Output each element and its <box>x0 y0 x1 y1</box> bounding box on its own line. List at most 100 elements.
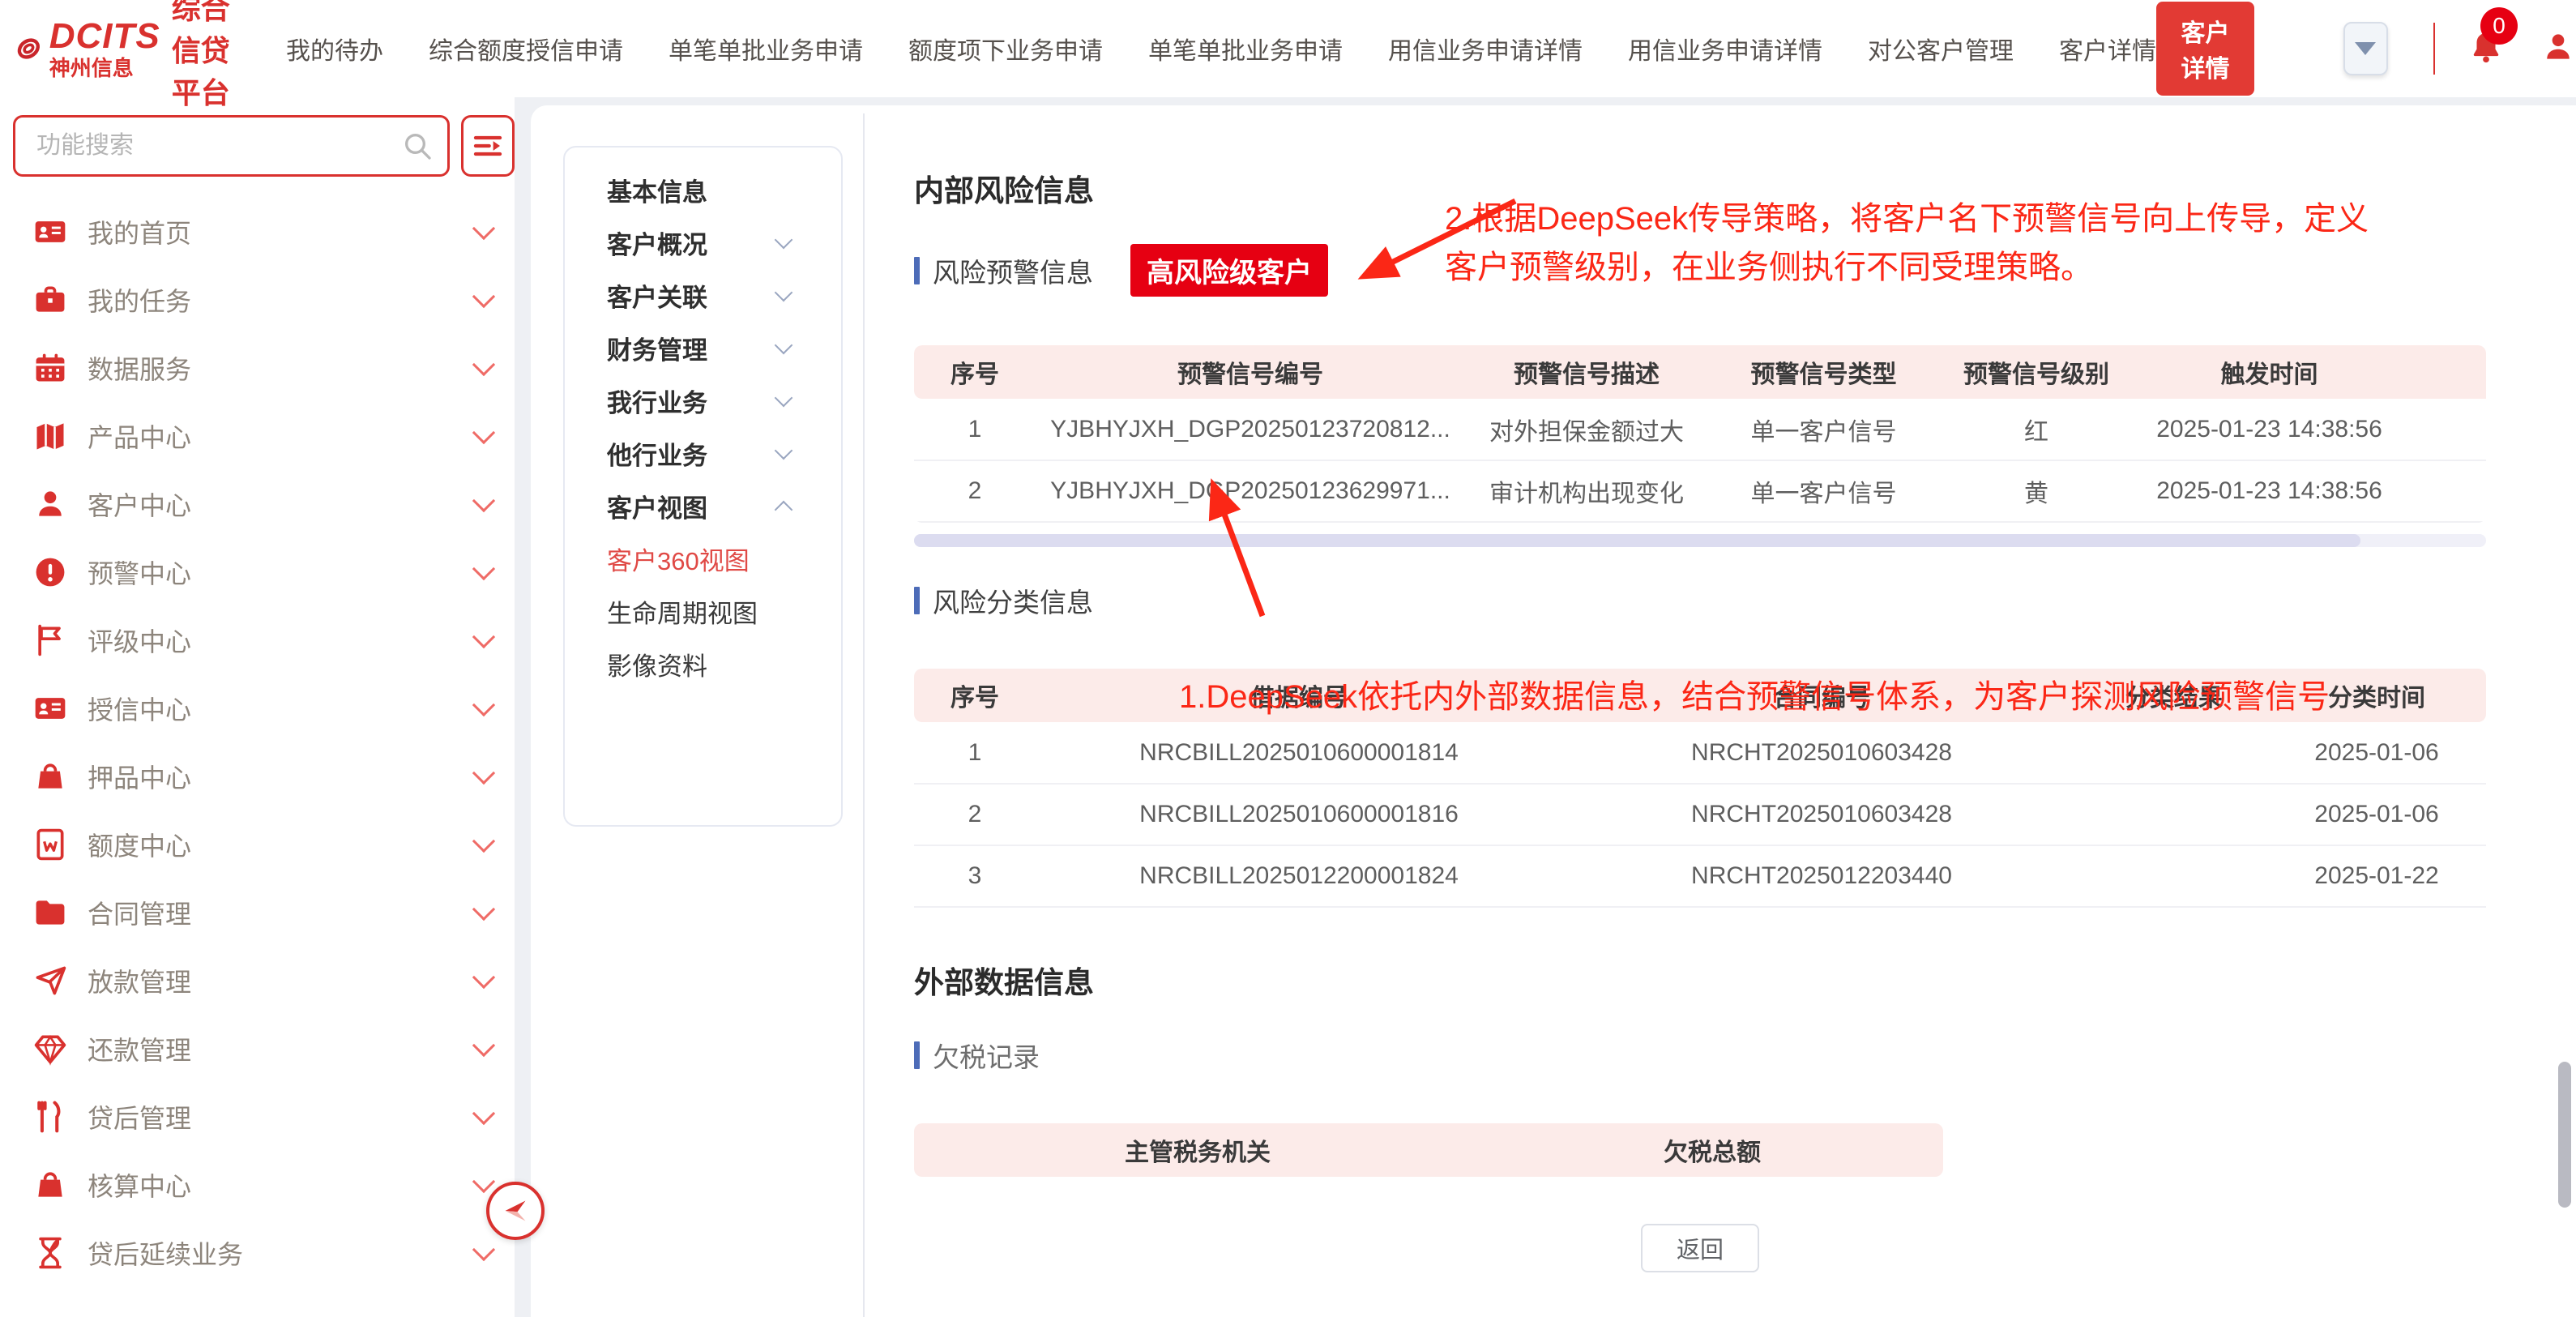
send-left-icon <box>499 1195 532 1227</box>
sidebar-collapse-button[interactable] <box>486 1182 545 1240</box>
vertical-divider <box>863 113 865 1317</box>
high-risk-customer-badge: 高风险级客户 <box>1130 244 1328 297</box>
calendar-icon <box>32 350 68 386</box>
chevron-down-icon <box>472 217 495 240</box>
hourglass-icon <box>32 1235 68 1271</box>
submenu-item[interactable]: 客户视图 <box>607 480 841 532</box>
table-row: 2NRCBILL2025010600001816NRCHT20250106034… <box>914 784 2486 845</box>
table-cell: 3 <box>914 845 1036 907</box>
sidebar-item[interactable]: 客户中心 <box>0 470 515 538</box>
section-bar <box>914 587 920 614</box>
submenu-item-label: 基本信息 <box>607 172 777 208</box>
sidebar-item-label: 产品中心 <box>88 417 476 455</box>
sidebar-item-label: 合同管理 <box>88 894 476 931</box>
table-cell: 1 <box>914 722 1036 784</box>
table-cell: 无 <box>2405 460 2486 522</box>
table-header-row: 序号预警信号编号预警信号描述预警信号类型预警信号级别触发时间信 <box>914 345 2486 399</box>
sidebar-item-label: 还款管理 <box>88 1030 476 1067</box>
submenu-item[interactable]: 财务管理 <box>607 322 841 374</box>
warning-signal-table: 序号预警信号编号预警信号描述预警信号类型预警信号级别触发时间信1YJBHYJXH… <box>914 345 2486 523</box>
sidebar-item[interactable]: 授信中心 <box>0 674 515 742</box>
submenu-item[interactable]: 我行业务 <box>607 374 841 427</box>
chevron-down-icon <box>472 1034 495 1057</box>
function-search-input[interactable] <box>13 115 450 177</box>
sidebar-item-label: 我的首页 <box>88 213 476 250</box>
table-header-row: 主管税务机关欠税总额 <box>914 1123 1943 1177</box>
sidebar-item[interactable]: 预警中心 <box>0 538 515 606</box>
submenu-child-label: 生命周期视图 <box>607 593 777 630</box>
table-cell: 2025-01-22 <box>2267 845 2486 907</box>
sidebar-item[interactable]: 评级中心 <box>0 606 515 674</box>
external-data-title: 外部数据信息 <box>914 958 2555 1002</box>
sidebar-item[interactable]: 核算中心 <box>0 1151 515 1219</box>
active-tab-customer-detail[interactable]: 客户详情 <box>2156 2 2254 96</box>
chevron-down-icon <box>472 1102 495 1125</box>
briefcase-icon <box>32 282 68 318</box>
tax-section-header: 欠税记录 <box>914 1036 2555 1075</box>
submenu-item[interactable]: 客户概况 <box>607 216 841 269</box>
user-menu-button[interactable] <box>2540 29 2576 69</box>
column-header: 预警信号描述 <box>1465 345 1708 399</box>
id-card-icon <box>32 691 68 726</box>
tabs-dropdown-button[interactable] <box>2343 22 2388 75</box>
warning-table-hscrollbar[interactable] <box>914 534 2486 547</box>
chevron-down-icon <box>472 558 495 580</box>
submenu-child-item-active[interactable]: 客户360视图 <box>607 532 841 585</box>
sidebar-item[interactable]: 数据服务 <box>0 334 515 402</box>
sidebar-item[interactable]: 产品中心 <box>0 402 515 470</box>
notifications-button[interactable]: 0 <box>2467 28 2505 70</box>
sidebar-item-label: 额度中心 <box>88 826 476 863</box>
caret-down-icon <box>2355 42 2376 55</box>
submenu-child-item[interactable]: 影像资料 <box>607 638 841 691</box>
sidebar-item[interactable]: 贷后管理 <box>0 1083 515 1151</box>
sidebar-item-label: 数据服务 <box>88 349 476 387</box>
menu-toggle-button[interactable] <box>461 115 515 177</box>
table-cell: 对外担保金额过大 <box>1465 399 1708 460</box>
primary-nav: 我的待办 综合额度授信申请 单笔单批业务申请 额度项下业务申请 单笔单批业务申请 用信业务… <box>286 31 2156 66</box>
sidebar-item[interactable]: 还款管理 <box>0 1015 515 1083</box>
nav-item[interactable]: 额度项下业务申请 <box>908 31 1103 66</box>
sidebar-item-label: 我的任务 <box>88 281 476 319</box>
page-vscrollbar-thumb[interactable] <box>2558 1062 2571 1208</box>
nav-item[interactable]: 单笔单批业务申请 <box>1148 31 1343 66</box>
sidebar-item[interactable]: 我的任务 <box>0 266 515 334</box>
sidebar-item[interactable]: 合同管理 <box>0 879 515 947</box>
submenu-item-label: 客户视图 <box>607 488 777 524</box>
utensils-icon <box>32 1099 68 1135</box>
table-cell: 2025-01-23 14:38:56 <box>2134 399 2405 460</box>
sidebar-item[interactable]: 额度中心 <box>0 810 515 879</box>
hscrollbar-thumb[interactable] <box>914 534 2360 547</box>
annotation-note-2: 2.根据DeepSeek传导策略，将客户名下预警信号向上传导，定义 客户预警级别… <box>1445 195 2369 292</box>
risk-classify-section-header: 风险分类信息 <box>914 581 2555 620</box>
nav-item[interactable]: 单笔单批业务申请 <box>669 31 863 66</box>
submenu-item[interactable]: 客户关联 <box>607 269 841 322</box>
chevron-down-icon <box>472 898 495 921</box>
nav-item[interactable]: 我的待办 <box>286 31 383 66</box>
sidebar-item[interactable]: 押品中心 <box>0 742 515 810</box>
submenu-item[interactable]: 基本信息 <box>607 164 841 216</box>
folder-icon <box>32 895 68 930</box>
chevron-down-icon <box>472 353 495 376</box>
chevron-down-icon <box>472 1170 495 1193</box>
chevron-down-icon <box>472 830 495 853</box>
user-icon <box>2540 29 2576 65</box>
nav-item[interactable]: 用信业务申请详情 <box>1628 31 1822 66</box>
column-header: 信 <box>2405 345 2486 399</box>
submenu-child-item[interactable]: 生命周期视图 <box>607 585 841 638</box>
nav-item[interactable]: 综合额度授信申请 <box>429 31 623 66</box>
sidebar-item[interactable]: 放款管理 <box>0 947 515 1015</box>
back-button[interactable]: 返回 <box>1641 1224 1759 1272</box>
sidebar-item-label: 押品中心 <box>88 758 476 795</box>
table-cell: YJBHYJXH_DGP20250123629971... <box>1036 460 1465 522</box>
nav-item[interactable]: 用信业务申请详情 <box>1388 31 1583 66</box>
nav-item[interactable]: 对公客户管理 <box>1868 31 2014 66</box>
dcits-logo: DCITS 神州信息 综合信贷平台 <box>15 0 242 112</box>
submenu-item[interactable]: 他行业务 <box>607 427 841 480</box>
bag-icon <box>32 1167 68 1203</box>
sidebar-item[interactable]: 贷后延续业务 <box>0 1219 515 1287</box>
nav-item[interactable]: 客户详情 <box>2059 31 2156 66</box>
logo-company: 神州信息 <box>49 58 160 79</box>
table-cell: 1 <box>914 399 1036 460</box>
topbar: DCITS 神州信息 综合信贷平台 我的待办综合额度授信申请单笔单批业务申请额度… <box>0 0 2576 97</box>
sidebar-item[interactable]: 我的首页 <box>0 198 515 266</box>
